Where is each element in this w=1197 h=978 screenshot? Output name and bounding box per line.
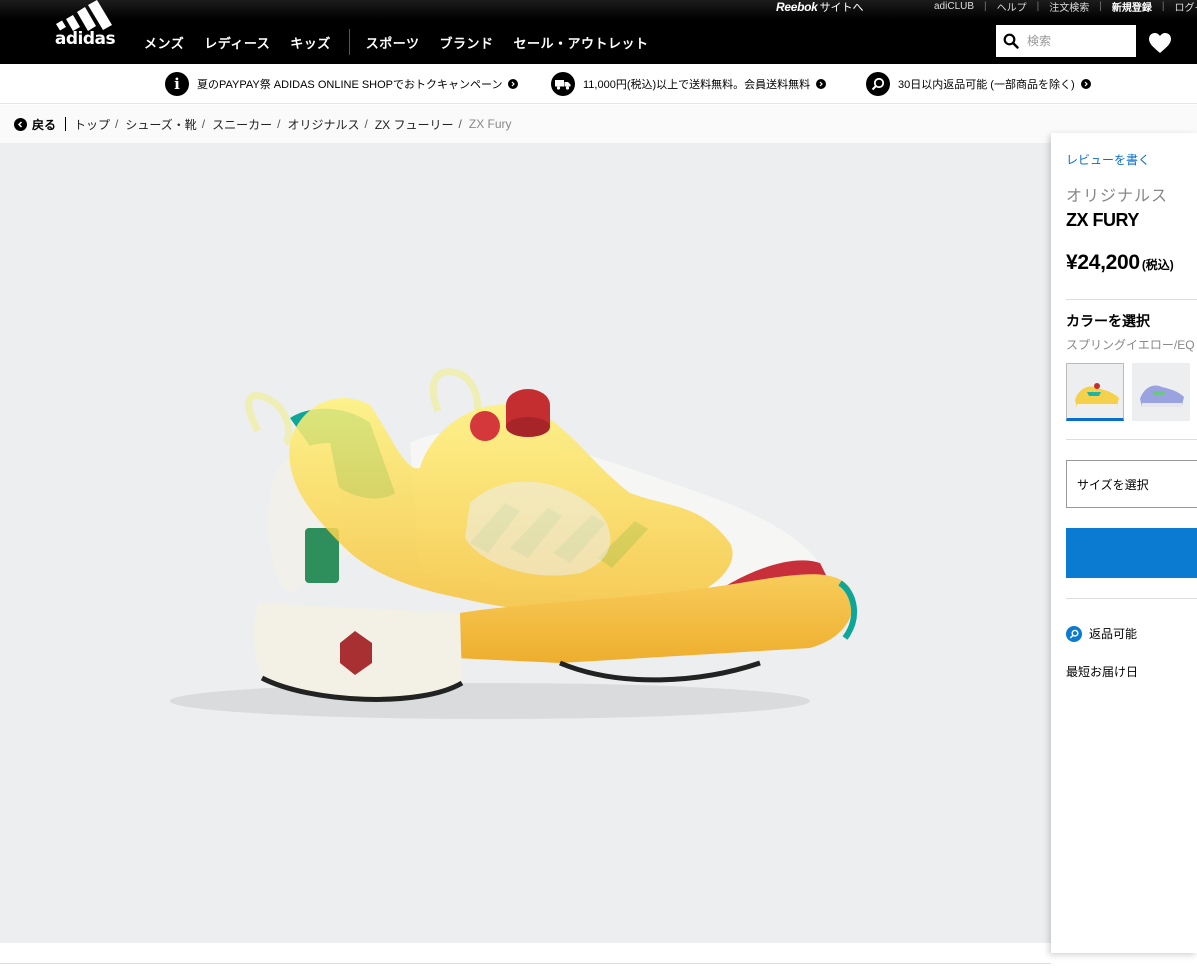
chevron-right-icon — [508, 79, 519, 89]
back-label: 戻る — [32, 117, 57, 132]
promo-text: 11,000円(税込)以上で送料無料。会員送料無料 — [583, 79, 811, 91]
chevron-left-icon — [14, 117, 27, 131]
product-category: オリジナルス — [1066, 188, 1169, 205]
register-link[interactable]: 新規登録 — [1102, 0, 1162, 14]
reebok-site-label: サイトへ — [819, 2, 864, 14]
panel-divider — [1066, 299, 1197, 300]
nav-menu: メンズ レディース キッズ スポーツ ブランド セール・アウトレット — [144, 20, 669, 64]
reebok-logo: Reebok — [776, 0, 818, 14]
truck-icon — [551, 72, 575, 96]
return-icon — [866, 72, 890, 96]
promo-free-shipping[interactable]: 11,000円(税込)以上で送料無料。会員送料無料 — [551, 72, 827, 96]
nav-item-mens[interactable]: メンズ — [144, 33, 184, 52]
adiclub-link[interactable]: adiCLUB — [924, 1, 984, 12]
returns-label: 返品可能 — [1089, 627, 1138, 641]
promo-campaign[interactable]: i 夏のPAYPAY祭 ADIDAS ONLINE SHOPでおトクキャンペーン — [165, 72, 519, 96]
chevron-right-icon — [816, 79, 827, 89]
breadcrumb-item-shoes[interactable]: シューズ・靴 — [125, 116, 196, 133]
main-navigation: adidas メンズ レディース キッズ スポーツ ブランド セール・アウトレッ… — [0, 0, 1197, 64]
return-icon — [1066, 625, 1082, 642]
breadcrumb-slash: / — [458, 117, 462, 131]
back-link[interactable]: 戻る — [14, 116, 56, 133]
breadcrumb-current: ZX Fury — [468, 117, 512, 131]
size-select-label: サイズを選択 — [1077, 477, 1149, 492]
adidas-wordmark: adidas — [55, 29, 116, 46]
utility-links: adiCLUB | ヘルプ | 注文検索 | 新規登録 | ログイン — [924, 0, 1197, 14]
promo-text: 30日以内返品可能 (一部商品を除く) — [898, 79, 1075, 91]
breadcrumb-item-top[interactable]: トップ — [74, 116, 110, 133]
breadcrumb-slash: / — [201, 117, 206, 131]
color-select-title: カラーを選択 — [1066, 313, 1150, 329]
order-search-link[interactable]: 注文検索 — [1039, 0, 1099, 14]
promo-returns[interactable]: 30日以内返品可能 (一部商品を除く) — [866, 72, 1091, 96]
product-image — [170, 368, 858, 719]
promo-text: 夏のPAYPAY祭 ADIDAS ONLINE SHOPでおトクキャンペーン — [197, 79, 503, 91]
color-swatch-yellow[interactable] — [1066, 363, 1124, 421]
breadcrumb-slash: / — [277, 117, 281, 131]
info-icon: i — [165, 72, 189, 96]
product-price: ¥24,200 (税込) — [1066, 251, 1174, 275]
search-input[interactable] — [1027, 34, 1127, 48]
login-link[interactable]: ログイン — [1164, 0, 1197, 14]
breadcrumb-item-originals[interactable]: オリジナルス — [287, 116, 359, 133]
breadcrumb-slash: / — [364, 117, 368, 131]
returns-info: 返品可能 — [1066, 625, 1137, 642]
nav-item-sports[interactable]: スポーツ — [366, 33, 420, 52]
search-icon — [1003, 33, 1019, 49]
breadcrumb: 戻る トップ / シューズ・靴 / スニーカー / オリジナルス / ZX フュ… — [0, 105, 1197, 143]
heart-icon[interactable] — [1148, 32, 1172, 54]
nav-item-sale-outlet[interactable]: セール・アウトレット — [513, 33, 648, 52]
nav-item-ladies[interactable]: レディース — [204, 33, 270, 52]
nav-divider — [348, 29, 350, 55]
utility-bar: Reebok サイトへ adiCLUB | ヘルプ | 注文検索 | 新規登録 … — [0, 0, 1197, 20]
promo-bar: i 夏のPAYPAY祭 ADIDAS ONLINE SHOPでおトクキャンペーン… — [0, 64, 1197, 104]
nav-item-kids[interactable]: キッズ — [290, 33, 331, 52]
search-box[interactable] — [996, 25, 1136, 57]
chevron-right-icon — [1080, 79, 1091, 89]
color-swatch-purple[interactable] — [1132, 363, 1190, 421]
product-gallery[interactable] — [0, 143, 1051, 943]
panel-divider — [1066, 598, 1197, 599]
price-amount: ¥24,200 — [1066, 251, 1140, 274]
reebok-site-link[interactable]: Reebok サイトへ — [776, 0, 864, 14]
breadcrumb-divider — [65, 117, 67, 131]
breadcrumb-item-sneakers[interactable]: スニーカー — [212, 116, 272, 133]
content-divider — [0, 963, 1051, 964]
product-info-panel: レビューを書く オリジナルス ZX FURY ¥24,200 (税込) カラーを… — [1051, 133, 1197, 953]
write-review-link[interactable]: レビューを書く — [1066, 151, 1150, 168]
help-link[interactable]: ヘルプ — [987, 0, 1037, 14]
product-name: ZX FURY — [1066, 210, 1139, 230]
add-to-cart-button[interactable] — [1066, 528, 1197, 578]
nav-item-brand[interactable]: ブランド — [439, 33, 493, 52]
breadcrumb-item-zx-fury[interactable]: ZX フューリー — [375, 116, 454, 133]
price-tax-note: (税込) — [1141, 258, 1174, 272]
size-select-dropdown[interactable]: サイズを選択 — [1066, 460, 1197, 508]
panel-divider — [1066, 439, 1197, 440]
breadcrumb-slash: / — [115, 117, 119, 131]
delivery-date-label: 最短お届け日 — [1066, 665, 1139, 679]
selected-color-name: スプリングイエロー/EQ — [1066, 338, 1195, 352]
adidas-logo-icon[interactable]: adidas — [48, 0, 122, 46]
